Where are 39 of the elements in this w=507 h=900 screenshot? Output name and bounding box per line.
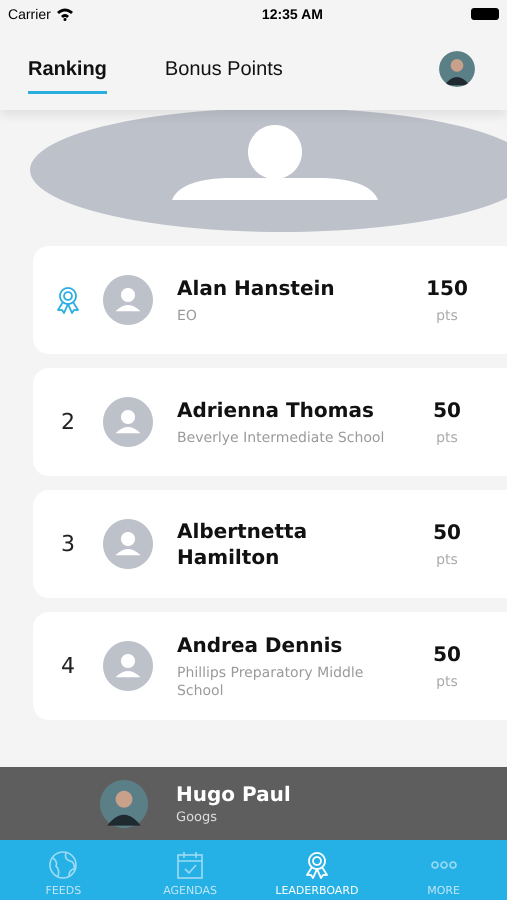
points-unit: pts <box>436 552 458 568</box>
avatar-placeholder-icon <box>103 519 153 569</box>
more-icon <box>430 861 457 869</box>
points-unit: pts <box>436 430 458 446</box>
points-unit: pts <box>436 308 458 324</box>
calendar-icon <box>175 850 206 880</box>
user-organization: Phillips Preparatory Middle School <box>177 664 364 700</box>
user-name: Andrea Dennis <box>177 632 344 658</box>
rank-number: 4 <box>61 654 75 678</box>
rank-number: 2 <box>61 410 75 434</box>
user-name: Alan Hanstein <box>177 274 336 301</box>
user-organization: EO <box>177 306 198 326</box>
carrier-label: Carrier <box>8 6 51 22</box>
ranking-card[interactable]: 3 Albertnetta Hamilton 50 pts <box>33 490 507 598</box>
avatar-placeholder-icon <box>103 275 153 325</box>
tab[interactable]: Bonus Points <box>164 44 283 94</box>
user-name: Hugo Paul <box>176 780 292 807</box>
points-value: 50 <box>433 520 461 544</box>
globe-icon <box>48 850 78 880</box>
avatar-placeholder-icon <box>103 397 153 447</box>
points-unit: pts <box>436 674 458 690</box>
avatar <box>100 780 148 828</box>
user-organization: Googs <box>176 810 218 826</box>
points-value: 50 <box>433 398 461 422</box>
battery-icon <box>470 8 499 20</box>
clock: 12:35 AM <box>262 6 323 22</box>
points-value: 50 <box>433 642 461 666</box>
rank-number: 3 <box>61 532 75 556</box>
user-name: Adrienna Thomas <box>177 396 375 423</box>
user-name: Albertnetta Hamilton <box>177 518 308 570</box>
ranking-card[interactable]: 2 Adrienna Thomas Beverlye Intermediate School 50 pts <box>33 368 507 476</box>
user-organization: Beverlye Intermediate School <box>177 428 386 448</box>
tab[interactable]: Ranking <box>28 44 107 94</box>
ranking-card[interactable]: Alan Hanstein EO 150 pts <box>33 246 507 354</box>
points-value: 150 <box>426 276 468 300</box>
avatar[interactable] <box>439 51 475 87</box>
avatar-placeholder-icon <box>103 641 153 691</box>
ranking-card[interactable]: 4 Andrea Dennis Phillips Preparatory Middle School 50 pts <box>33 612 507 720</box>
wifi-icon <box>56 7 74 21</box>
